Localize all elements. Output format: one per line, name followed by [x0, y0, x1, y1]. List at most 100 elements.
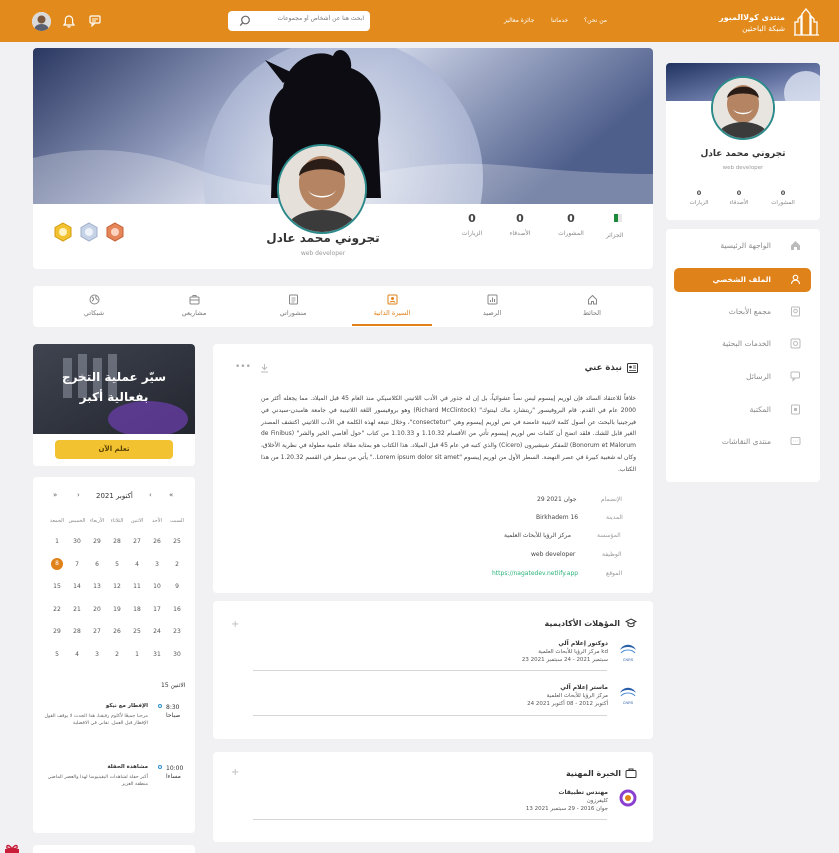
bell-icon[interactable] — [63, 15, 75, 28]
stat-friends: 0 الأصدقاء — [509, 212, 531, 237]
messages-icon — [790, 371, 800, 382]
calendar-day[interactable]: 7 — [69, 561, 85, 568]
calendar-first-button[interactable]: « — [169, 491, 173, 499]
add-academic-button[interactable]: + — [231, 619, 239, 630]
calendar-day[interactable]: 12 — [109, 583, 125, 590]
calendar-day[interactable]: 14 — [69, 583, 85, 590]
sidebar-stat-friends: 0 الأصدقاء — [729, 189, 749, 206]
calendar-day[interactable]: 20 — [89, 606, 105, 613]
event-title[interactable]: الإفطار مع نيكو — [43, 703, 148, 709]
calendar-day[interactable]: 8 — [51, 557, 63, 570]
tab-cv[interactable]: السيرة الذاتية — [352, 288, 432, 326]
detail-value-joined: 29 جوان 2021 — [537, 496, 577, 503]
avatar[interactable] — [32, 12, 51, 31]
add-experience-button[interactable]: + — [231, 767, 239, 778]
tab-networks[interactable]: شبكاتي — [54, 288, 134, 326]
forum-icon — [790, 437, 801, 445]
calendar-day[interactable]: 23 — [169, 628, 185, 635]
calendar-day[interactable]: 31 — [149, 651, 165, 658]
calendar-day[interactable]: 22 — [49, 606, 65, 613]
profile-name[interactable]: تجروني محمد عادل — [263, 231, 383, 245]
download-icon[interactable] — [260, 363, 269, 373]
calendar-day[interactable]: 28 — [69, 628, 85, 635]
calendar-day[interactable]: 21 — [69, 606, 85, 613]
logo-icon[interactable] — [793, 8, 820, 36]
search-input[interactable] — [252, 15, 364, 22]
stat-posts: 0 المشورات — [558, 212, 584, 237]
services-icon — [790, 338, 801, 349]
calendar-day[interactable]: 5 — [49, 651, 65, 658]
profile-avatar[interactable] — [277, 144, 367, 234]
calendar-day[interactable]: 6 — [89, 561, 105, 568]
sidebar-profile-card: تجروني محمد عادل web developer 0 المشورات… — [666, 63, 820, 220]
sidebar-item-services[interactable]: الخدمات البحثية — [674, 332, 811, 356]
sidebar-stat-posts: 0 المشورات — [771, 189, 795, 206]
calendar-day[interactable]: 18 — [129, 606, 145, 613]
calendar-day[interactable]: 24 — [149, 628, 165, 635]
calendar-last-button[interactable]: » — [53, 491, 57, 499]
nav-link-award[interactable]: جائزة معاليز — [504, 17, 534, 24]
calendar-day[interactable]: 2 — [169, 561, 185, 568]
calendar-day[interactable]: 30 — [69, 538, 85, 545]
tab-wall[interactable]: الحائط — [552, 288, 632, 326]
messages-icon[interactable] — [89, 15, 102, 27]
calendar-day[interactable]: 19 — [109, 606, 125, 613]
nav-link-about[interactable]: من نحن؟ — [584, 17, 607, 24]
calendar-day[interactable]: 29 — [89, 538, 105, 545]
calendar-day[interactable]: 11 — [129, 583, 145, 590]
more-options-icon[interactable]: ••• — [235, 362, 251, 372]
gift-icon[interactable] — [3, 844, 21, 853]
calendar-day[interactable]: 4 — [129, 561, 145, 568]
calendar-day[interactable]: 27 — [89, 628, 105, 635]
calendar-day[interactable]: 27 — [129, 538, 145, 545]
event-title[interactable]: مشاهدة الحفلة — [43, 764, 148, 770]
calendar-day[interactable]: 29 — [49, 628, 65, 635]
tab-publications[interactable]: منشوراتي — [253, 288, 333, 326]
brand-title[interactable]: منتدى كولاالمبور — [719, 13, 785, 22]
search-icon[interactable] — [239, 15, 251, 27]
calendar-day[interactable]: 25 — [169, 538, 185, 545]
briefcase-icon — [189, 295, 199, 305]
sidebar-item-research[interactable]: مجمع الأبحاث — [674, 300, 811, 324]
badge-silver — [79, 222, 99, 244]
library-icon — [791, 404, 800, 415]
academic-item[interactable]: دوكتور إعلام آلي مركز الرؤيا للأبحاث الع… — [448, 640, 608, 663]
calendar-day[interactable]: 28 — [109, 538, 125, 545]
calendar-day[interactable]: 1 — [49, 538, 65, 545]
calendar-day[interactable]: 1 — [129, 651, 145, 658]
detail-value-website[interactable]: https://nagatedev.netlify.app — [492, 570, 578, 577]
academic-item[interactable]: ماستر إعلام آلي مركز الرؤيا للأبحاث العل… — [448, 684, 608, 707]
calendar-day[interactable]: 26 — [109, 628, 125, 635]
calendar-day[interactable]: 26 — [149, 538, 165, 545]
calendar-day[interactable]: 16 — [169, 606, 185, 613]
tab-balance[interactable]: الرصيد — [452, 288, 532, 326]
sidebar-profile-name[interactable]: تجروني محمد عادل — [666, 149, 820, 159]
calendar-day[interactable]: 9 — [169, 583, 185, 590]
sidebar-item-library[interactable]: المكتبة — [674, 398, 811, 422]
calendar-day[interactable]: 13 — [89, 583, 105, 590]
learn-now-button[interactable]: تعلم الآن — [55, 440, 173, 459]
country-label: الجزائر — [606, 232, 624, 239]
institution-logo: CNRS — [617, 641, 639, 663]
calendar-day[interactable]: 30 — [169, 651, 185, 658]
nav-link-services[interactable]: خدماتنا — [551, 17, 568, 24]
calendar-day[interactable]: 2 — [109, 651, 125, 658]
calendar-day[interactable]: 3 — [89, 651, 105, 658]
calendar-day[interactable]: 5 — [109, 561, 125, 568]
calendar-day[interactable]: 17 — [149, 606, 165, 613]
sidebar-item-forum[interactable]: منتدى النقاشات — [674, 430, 811, 454]
tab-projects[interactable]: مشاريعي — [154, 288, 234, 326]
sidebar-item-messages[interactable]: الرسائل — [674, 365, 811, 389]
sidebar-avatar[interactable] — [711, 76, 775, 140]
calendar-day[interactable]: 15 — [49, 583, 65, 590]
calendar-day[interactable]: 4 — [69, 651, 85, 658]
search-box[interactable] — [228, 11, 370, 31]
sidebar-item-home[interactable]: الواجهة الرئيسية — [674, 234, 811, 258]
sidebar-item-profile[interactable]: الملف الشخصي — [674, 268, 811, 292]
calendar-day[interactable]: 25 — [129, 628, 145, 635]
calendar-day[interactable]: 3 — [149, 561, 165, 568]
calendar-next-button[interactable]: › — [77, 491, 80, 499]
calendar-day[interactable]: 10 — [149, 583, 165, 590]
experience-item[interactable]: مهندس تطبيقات كليفرزون 13 جوان 2016 - 29… — [448, 789, 608, 812]
calendar-prev-button[interactable]: ‹ — [149, 491, 152, 499]
